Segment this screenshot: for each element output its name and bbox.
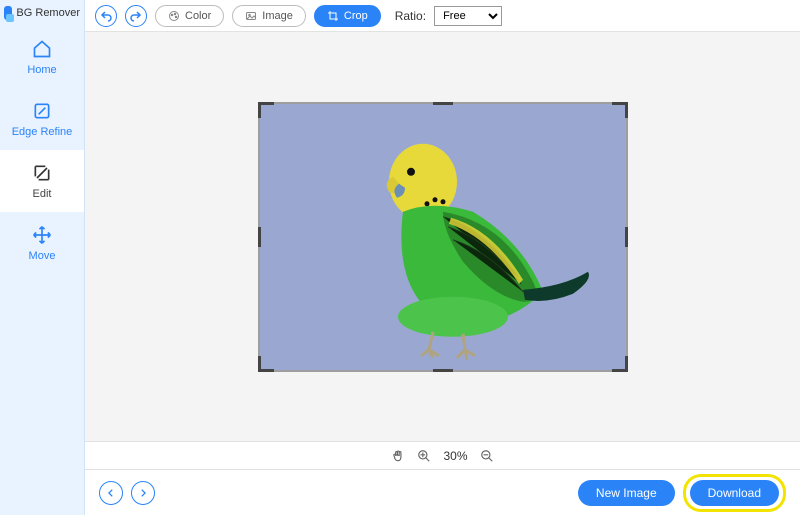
app-logo: BG Remover xyxy=(0,0,84,26)
edit-icon xyxy=(31,162,53,184)
sidebar: BG Remover Home Edge Refine Edit Move xyxy=(0,0,85,515)
crop-handle-tr[interactable] xyxy=(612,102,628,118)
image-icon xyxy=(245,10,257,22)
subject-parakeet xyxy=(293,121,593,361)
crop-handle-br[interactable] xyxy=(612,356,628,372)
edge-refine-icon xyxy=(31,100,53,122)
sidebar-item-label: Edit xyxy=(33,188,52,200)
undo-button[interactable] xyxy=(95,5,117,27)
palette-icon xyxy=(168,10,180,22)
image-label: Image xyxy=(262,10,293,22)
next-button[interactable] xyxy=(131,481,155,505)
sidebar-item-move[interactable]: Move xyxy=(0,212,84,274)
download-highlight: Download xyxy=(683,474,786,512)
crop-handle-b[interactable] xyxy=(433,369,453,372)
ratio-label: Ratio: xyxy=(395,9,426,23)
crop-handle-l[interactable] xyxy=(258,227,261,247)
crop-frame[interactable] xyxy=(258,102,628,372)
prev-button[interactable] xyxy=(99,481,123,505)
footer: New Image Download xyxy=(85,469,800,515)
crop-handle-r[interactable] xyxy=(625,227,628,247)
app-name: BG Remover xyxy=(16,7,80,19)
ratio-select[interactable]: Free xyxy=(434,6,502,26)
home-icon xyxy=(31,38,53,60)
sidebar-item-edge-refine[interactable]: Edge Refine xyxy=(0,88,84,150)
crop-button[interactable]: Crop xyxy=(314,5,381,27)
sidebar-item-label: Home xyxy=(27,64,56,76)
crop-icon xyxy=(327,10,339,22)
zoom-out-button[interactable] xyxy=(480,449,494,463)
pan-hand-icon[interactable] xyxy=(391,449,405,463)
sidebar-item-label: Edge Refine xyxy=(12,126,73,138)
crop-handle-bl[interactable] xyxy=(258,356,274,372)
sidebar-item-label: Move xyxy=(29,250,56,262)
toolbar: Color Image Crop Ratio: Free xyxy=(85,0,800,32)
download-button[interactable]: Download xyxy=(690,480,779,506)
sidebar-item-edit[interactable]: Edit xyxy=(0,150,84,212)
canvas-area[interactable] xyxy=(85,32,800,441)
crop-handle-t[interactable] xyxy=(433,102,453,105)
app-root: BG Remover Home Edge Refine Edit Move xyxy=(0,0,800,515)
image-button[interactable]: Image xyxy=(232,5,306,27)
sidebar-item-home[interactable]: Home xyxy=(0,26,84,88)
new-image-button[interactable]: New Image xyxy=(578,480,675,506)
move-icon xyxy=(31,224,53,246)
main-panel: Color Image Crop Ratio: Free xyxy=(85,0,800,515)
crop-handle-tl[interactable] xyxy=(258,102,274,118)
logo-icon xyxy=(4,6,12,20)
zoom-bar: 30% xyxy=(85,441,800,469)
color-button[interactable]: Color xyxy=(155,5,224,27)
redo-button[interactable] xyxy=(125,5,147,27)
crop-label: Crop xyxy=(344,10,368,22)
zoom-level: 30% xyxy=(443,449,467,463)
zoom-in-button[interactable] xyxy=(417,449,431,463)
color-label: Color xyxy=(185,10,211,22)
